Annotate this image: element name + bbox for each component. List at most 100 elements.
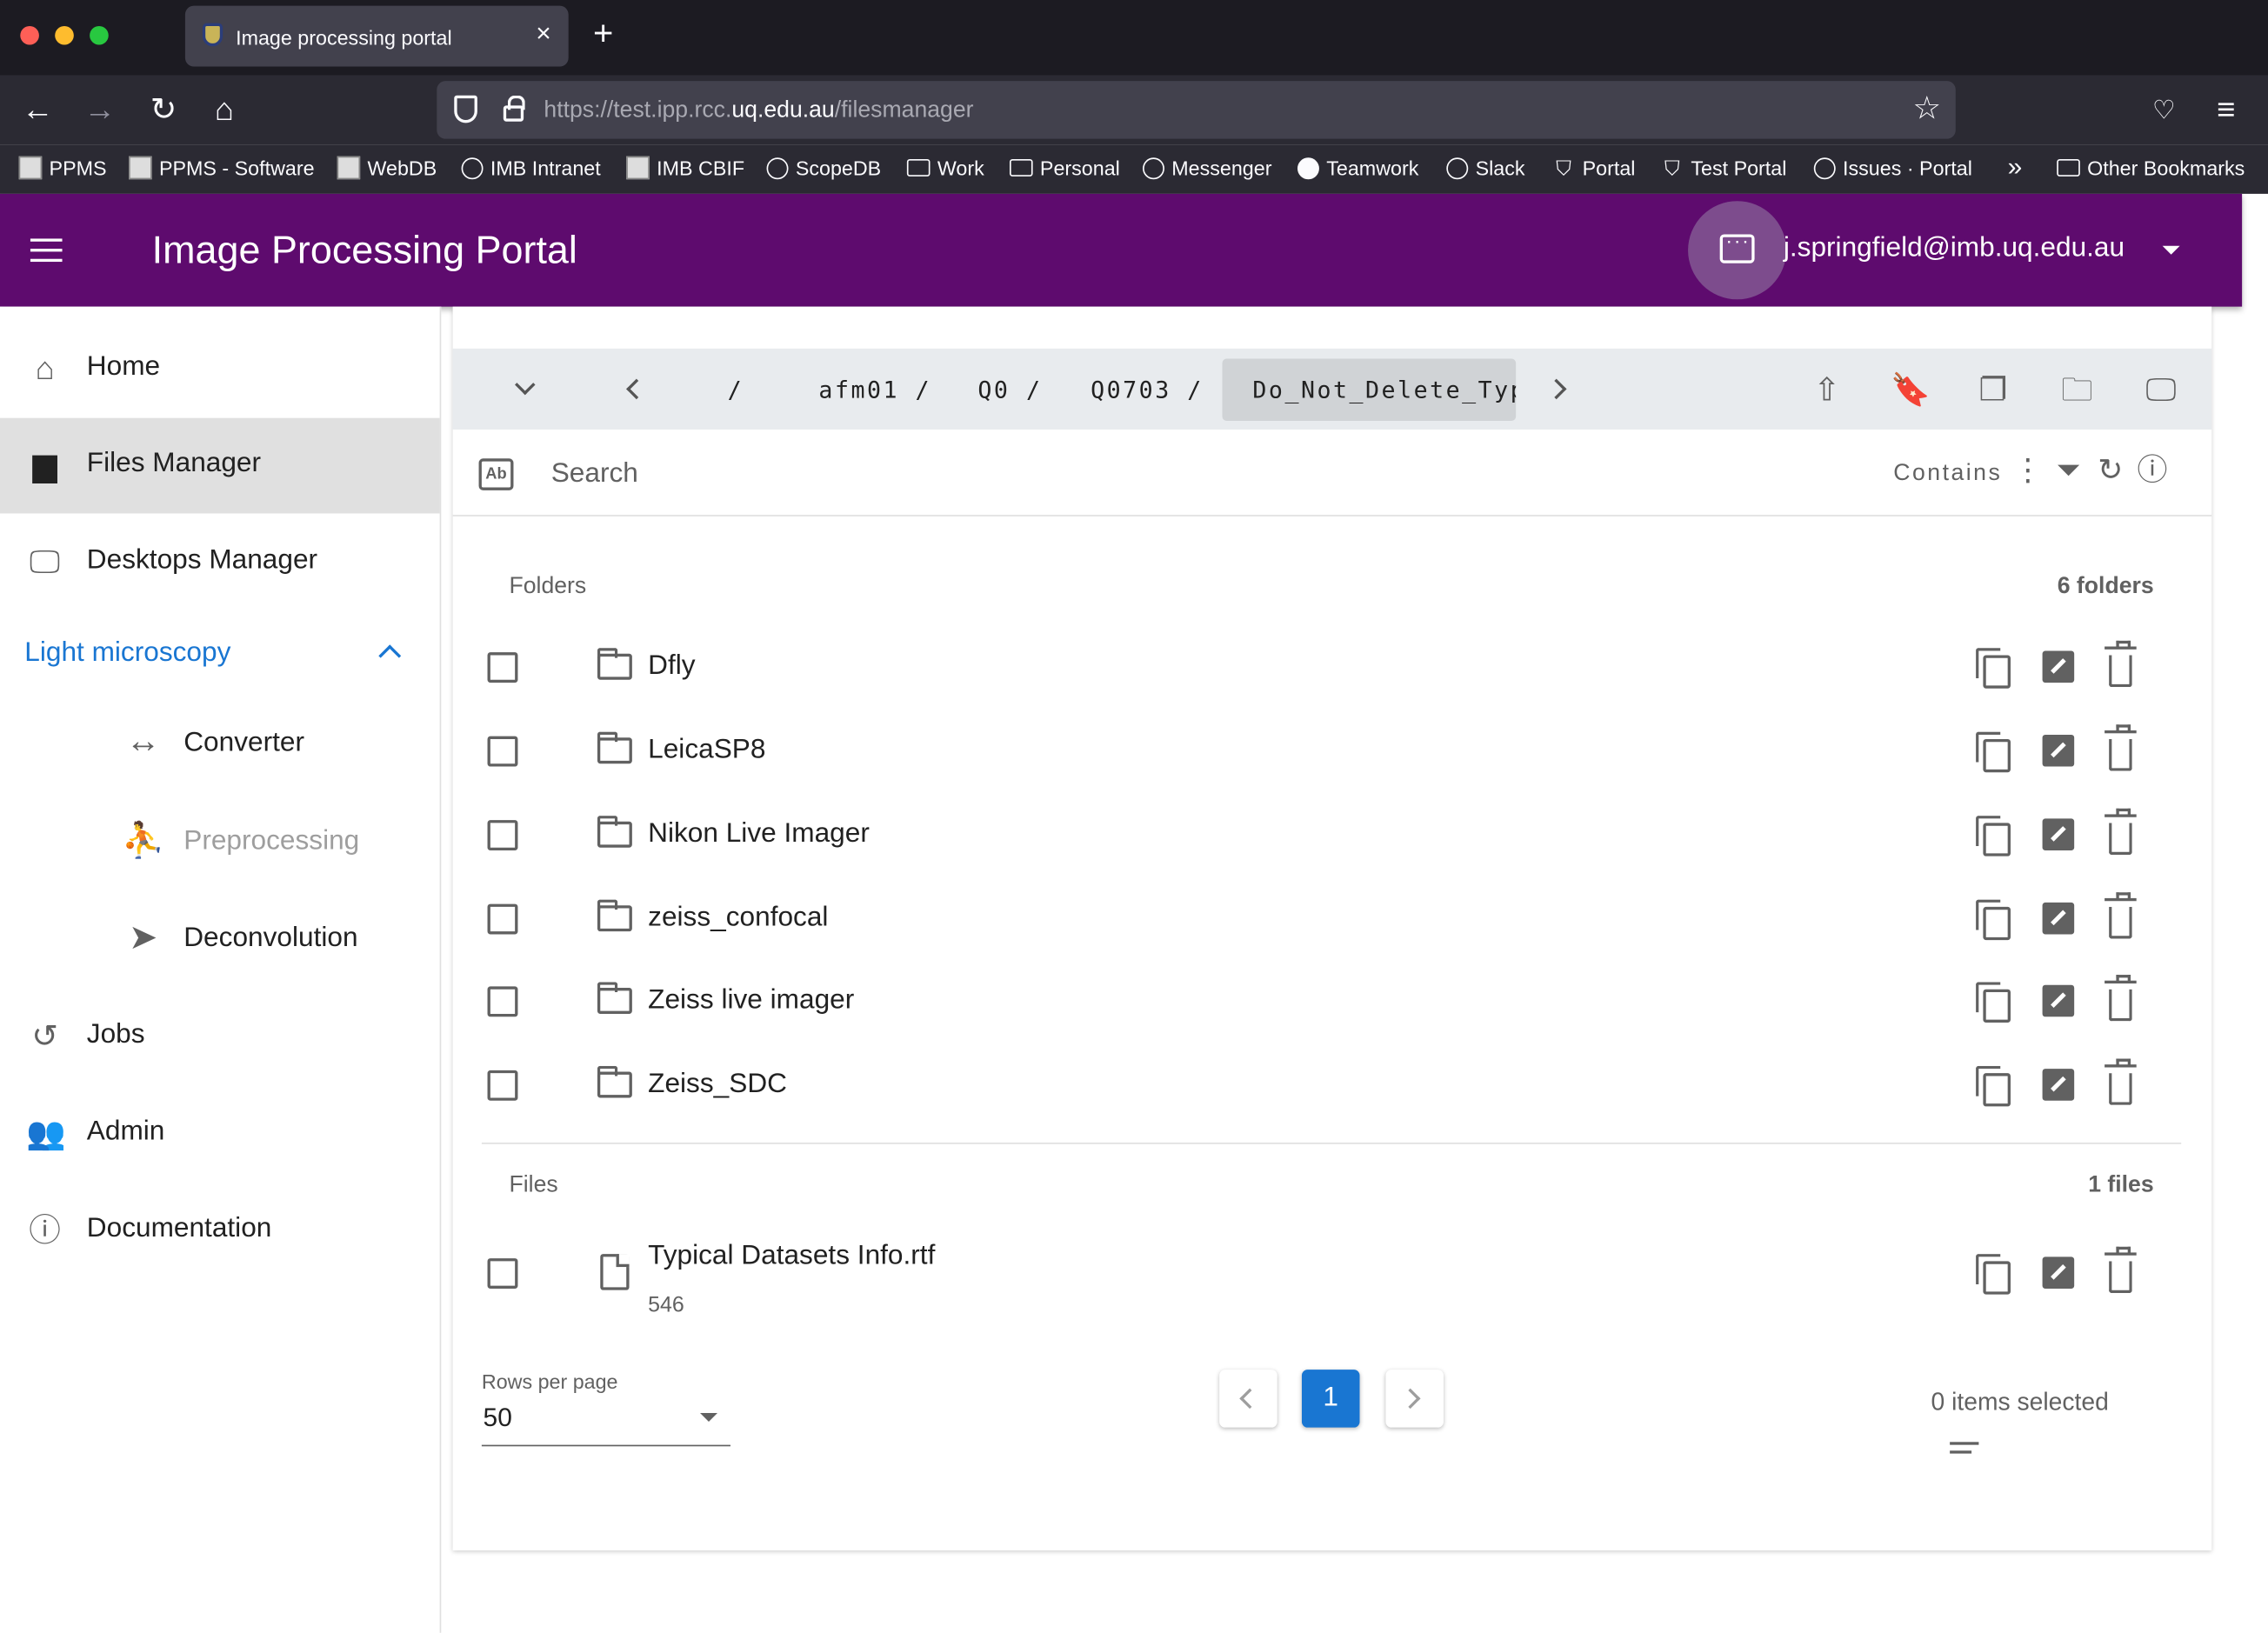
row-checkbox[interactable] xyxy=(487,1258,518,1290)
copy-icon[interactable] xyxy=(1976,648,2013,689)
rename-icon[interactable] xyxy=(2042,984,2075,1017)
sidebar-group-light-microscopy[interactable]: Light microscopy xyxy=(24,638,230,670)
maximize-window-button[interactable] xyxy=(90,25,109,45)
remote-desktop-icon[interactable]: 🖵 xyxy=(2139,369,2183,412)
folder-row[interactable]: Zeiss_SDC xyxy=(453,1046,2212,1130)
sidebar-item-home[interactable]: ⌂ Home xyxy=(0,321,440,417)
bookmark-star-icon[interactable]: ☆ xyxy=(1912,90,1941,127)
bookmark-webdb[interactable]: WebDB xyxy=(337,156,437,180)
bookmark-work[interactable]: Work xyxy=(906,157,984,179)
search-mode[interactable]: Contains xyxy=(1893,462,2002,488)
bookmark-imb-intranet[interactable]: IMB Intranet xyxy=(461,157,601,179)
rename-icon[interactable] xyxy=(2042,1069,2075,1101)
row-checkbox[interactable] xyxy=(487,652,518,683)
minimize-window-button[interactable] xyxy=(55,25,74,45)
menu-icon[interactable]: ≡ xyxy=(2206,90,2247,130)
user-menu-caret-icon[interactable] xyxy=(2162,245,2180,255)
bookmarks-overflow-icon[interactable]: » xyxy=(2008,152,2023,183)
bookmark-other[interactable]: Other Bookmarks xyxy=(2057,157,2245,179)
hamburger-menu-icon[interactable] xyxy=(30,238,63,263)
folder-row[interactable]: Zeiss live imager xyxy=(453,962,2212,1045)
rename-icon[interactable] xyxy=(2042,1256,2075,1290)
delete-icon[interactable] xyxy=(2105,892,2137,939)
delete-icon[interactable] xyxy=(2105,1246,2137,1293)
url-bar[interactable]: https://test.ipp.rcc.uq.edu.au/filesmana… xyxy=(437,81,1956,139)
prev-page-button[interactable] xyxy=(1219,1370,1277,1428)
rows-per-page-select[interactable]: 50 xyxy=(481,1398,730,1447)
rename-icon[interactable] xyxy=(2042,902,2075,935)
user-email[interactable]: j.springfield@imb.uq.edu.au xyxy=(1784,233,2125,265)
rename-icon[interactable] xyxy=(2042,734,2075,767)
delete-icon[interactable] xyxy=(2105,975,2137,1022)
copy-icon[interactable] xyxy=(1976,1065,2013,1107)
breadcrumb-current[interactable]: Do_Not_Delete_Typical_Datasets xyxy=(1222,358,1517,422)
delete-icon[interactable] xyxy=(2105,724,2137,771)
shield-icon[interactable] xyxy=(454,95,477,123)
parent-folder-icon[interactable]: ⇧ xyxy=(1805,369,1849,412)
rename-icon[interactable] xyxy=(2042,818,2075,851)
row-checkbox[interactable] xyxy=(487,903,518,935)
copy-icon[interactable]: ❐ xyxy=(1971,369,2015,412)
bookmark-add-icon[interactable]: 🔖 xyxy=(1889,369,1932,412)
filter-icon[interactable]: ⏷ xyxy=(2050,453,2087,490)
row-checkbox[interactable] xyxy=(487,736,518,767)
sidebar-item-desktops-manager[interactable]: 🖵 Desktops Manager xyxy=(0,515,440,610)
refresh-icon[interactable]: ↻ xyxy=(2091,453,2129,490)
reload-icon[interactable]: ↻ xyxy=(143,90,184,130)
forward-icon[interactable]: → xyxy=(79,90,120,130)
bookmark-messenger[interactable]: Messenger xyxy=(1143,157,1271,179)
rename-icon[interactable] xyxy=(2042,650,2075,683)
folder-name[interactable]: LeicaSP8 xyxy=(648,735,765,767)
file-name[interactable]: Typical Datasets Info.rtf xyxy=(648,1241,935,1273)
search-input[interactable] xyxy=(550,454,1709,495)
tab-close-icon[interactable]: × xyxy=(536,19,550,50)
delete-icon[interactable] xyxy=(2105,640,2137,688)
back-icon[interactable]: ← xyxy=(17,90,58,130)
scroll-left-icon[interactable] xyxy=(626,378,647,400)
copy-icon[interactable] xyxy=(1976,982,2013,1023)
row-checkbox[interactable] xyxy=(487,1070,518,1101)
folder-name[interactable]: Zeiss_SDC xyxy=(648,1069,787,1101)
folder-row[interactable]: LeicaSP8 xyxy=(453,711,2212,795)
sidebar-item-jobs[interactable]: ↺ Jobs xyxy=(0,990,440,1085)
bookmark-imb-cbif[interactable]: IMB CBIF xyxy=(626,156,744,180)
home-icon[interactable]: ⌂ xyxy=(204,90,245,130)
bookmark-ppms-software[interactable]: PPMS - Software xyxy=(129,156,315,180)
browser-tab[interactable]: Image processing portal × xyxy=(184,5,569,67)
folder-name[interactable]: Zeiss live imager xyxy=(648,985,854,1017)
copy-icon[interactable] xyxy=(1976,899,2013,941)
folder-name[interactable]: Nikon Live Imager xyxy=(648,818,870,850)
breadcrumb-item[interactable]: Q0 / xyxy=(977,376,1042,403)
bookmark-issues-portal[interactable]: Issues · Portal xyxy=(1813,157,1972,179)
chevron-down-icon[interactable] xyxy=(515,374,536,396)
breadcrumb-root[interactable]: / xyxy=(728,376,744,403)
pocket-icon[interactable]: ♡ xyxy=(2144,90,2185,130)
delete-icon[interactable] xyxy=(2105,808,2137,856)
scroll-right-icon[interactable] xyxy=(1545,378,1567,400)
row-checkbox[interactable] xyxy=(487,986,518,1017)
new-tab-button[interactable]: + xyxy=(593,15,613,56)
help-icon[interactable]: ⓘ xyxy=(2133,453,2171,490)
row-checkbox[interactable] xyxy=(487,820,518,851)
lock-icon[interactable] xyxy=(503,95,525,122)
new-folder-icon[interactable]: 🗀 xyxy=(2056,369,2099,412)
chevron-up-icon[interactable] xyxy=(378,644,402,668)
selection-list-icon[interactable] xyxy=(1950,1442,1979,1459)
breadcrumb-item[interactable]: Q0703 / xyxy=(1091,376,1204,403)
more-vert-icon[interactable]: ⋮ xyxy=(2009,453,2046,490)
bookmark-personal[interactable]: Personal xyxy=(1009,157,1120,179)
folder-name[interactable]: Dfly xyxy=(648,650,695,683)
copy-icon[interactable] xyxy=(1976,731,2013,773)
breadcrumb-item[interactable]: afm01 / xyxy=(818,376,931,403)
close-window-button[interactable] xyxy=(20,25,39,45)
folder-row[interactable]: Dfly xyxy=(453,628,2212,711)
bookmark-test-portal[interactable]: ⛉ Test Portal xyxy=(1660,157,1786,180)
bookmark-slack[interactable]: Slack xyxy=(1446,157,1525,179)
bookmark-ppms[interactable]: PPMS xyxy=(18,156,107,180)
sidebar-item-preprocessing[interactable]: Preprocessing xyxy=(183,826,359,858)
folder-row[interactable]: Nikon Live Imager xyxy=(453,796,2212,879)
sidebar-item-files-manager[interactable]: ▆ Files Manager xyxy=(0,417,440,514)
sidebar-item-admin[interactable]: 👥 Admin xyxy=(0,1086,440,1182)
delete-icon[interactable] xyxy=(2105,1058,2137,1105)
page-button-current[interactable]: 1 xyxy=(1301,1370,1360,1428)
